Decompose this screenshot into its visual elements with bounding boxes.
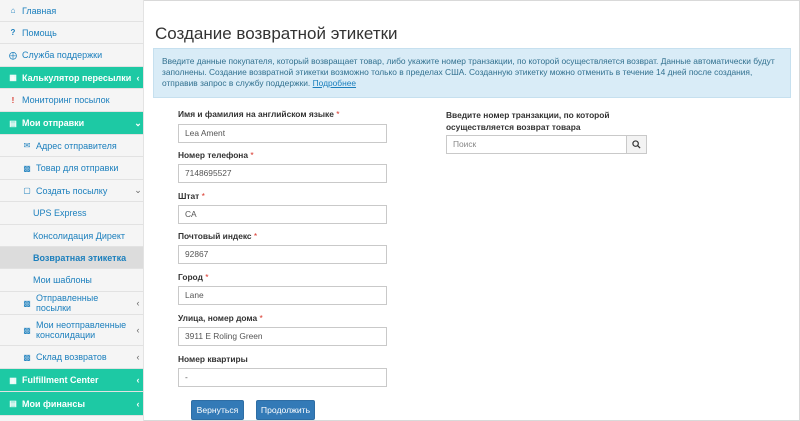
state-label-text: Штат xyxy=(178,191,200,201)
sidebar-item-label: Калькулятор пересылки xyxy=(22,72,132,83)
sidebar-item-calculator[interactable]: ▦ Калькулятор пересылки ‹ xyxy=(0,67,143,89)
box-icon: ▩ xyxy=(23,352,31,362)
home-icon: ⌂ xyxy=(10,6,16,15)
sidebar-item-label: Создать посылку xyxy=(36,185,108,196)
info-text: Введите данные покупателя, который возвр… xyxy=(162,56,775,88)
street-label: Улица, номер дома * xyxy=(178,313,263,323)
chevron-left-icon: ‹ xyxy=(136,325,140,335)
chevron-left-icon: ‹ xyxy=(136,298,140,308)
state-field[interactable]: CA xyxy=(178,205,387,224)
city-label: Город * xyxy=(178,272,208,282)
lifebuoy-icon: ⨁ xyxy=(9,50,17,60)
question-icon: ? xyxy=(10,28,16,37)
envelope-icon: ✉ xyxy=(23,141,31,150)
page-title: Создание возвратной этикетки xyxy=(155,24,398,43)
sidebar-item-label: Мои финансы xyxy=(22,398,86,409)
sidebar-item-label: Мониторинг посылок xyxy=(22,95,110,105)
sidebar-item-label: Мои отправки xyxy=(22,118,85,128)
street-field[interactable]: 3911 E Roling Green xyxy=(178,327,387,346)
search-icon xyxy=(632,140,641,149)
city-label-text: Город xyxy=(178,272,203,282)
sidebar-item-label: Консолидация Директ xyxy=(33,230,126,241)
sidebar-item-goods[interactable]: ▩ Товар для отправки xyxy=(0,157,143,180)
sidebar-item-ups-express[interactable]: UPS Express xyxy=(0,202,143,225)
building-icon: ▦ xyxy=(9,375,17,385)
sidebar-item-label: Склад возвратов xyxy=(36,352,107,362)
sidebar-item-label: Помощь xyxy=(22,27,57,38)
back-button[interactable]: Вернуться xyxy=(191,400,244,420)
wallet-icon: ▤ xyxy=(9,399,17,408)
sidebar-item-fulfillment[interactable]: ▦ Fulfillment Center ‹ xyxy=(0,369,143,392)
chevron-left-icon: ‹ xyxy=(136,398,140,409)
sidebar-item-help[interactable]: ? Помощь xyxy=(0,22,143,44)
chevron-left-icon: ‹ xyxy=(136,352,140,362)
required-mark: * xyxy=(201,191,205,201)
transaction-label: Введите номер транзакции, по которой осу… xyxy=(446,110,610,132)
sidebar-item-label: Мои неотправленные консолидации xyxy=(36,320,127,340)
required-mark: * xyxy=(250,150,254,160)
apartment-field[interactable]: - xyxy=(178,368,387,387)
name-field[interactable]: Lea Ament xyxy=(178,124,387,143)
zip-label: Почтовый индекс * xyxy=(178,231,257,241)
info-alert: Введите данные покупателя, который возвр… xyxy=(153,48,791,98)
edit-icon: ▢ xyxy=(23,186,31,195)
truck-icon: ▤ xyxy=(9,118,17,128)
transaction-search: Поиск xyxy=(446,135,647,154)
sidebar-item-returns-warehouse[interactable]: ▩ Склад возвратов ‹ xyxy=(0,346,143,369)
sidebar-item-create-parcel[interactable]: ▢ Создать посылку ⌄ xyxy=(0,180,143,202)
sidebar-item-label: Fulfillment Center xyxy=(22,375,99,385)
sidebar: ⌂ Главная ? Помощь ⨁ Служба поддержки ▦ … xyxy=(0,0,144,421)
box-icon: ▩ xyxy=(23,163,31,173)
apartment-label: Номер квартиры xyxy=(178,354,248,364)
zip-field[interactable]: 92867 xyxy=(178,245,387,264)
phone-field[interactable]: 7148695527 xyxy=(178,164,387,183)
sidebar-item-my-shipments[interactable]: ▤ Мои отправки ⌄ xyxy=(0,112,143,135)
phone-label-text: Номер телефона xyxy=(178,150,249,160)
sidebar-item-home[interactable]: ⌂ Главная xyxy=(0,0,143,22)
name-label: Имя и фамилия на английском языке * xyxy=(178,109,339,119)
required-mark: * xyxy=(205,272,209,282)
search-button[interactable] xyxy=(627,135,647,154)
more-link[interactable]: Подробнее xyxy=(313,78,356,88)
sidebar-item-consolidation[interactable]: Консолидация Директ xyxy=(0,225,143,247)
required-mark: * xyxy=(259,313,263,323)
sidebar-item-label: Мои шаблоны xyxy=(33,275,92,285)
sidebar-item-label: Товар для отправки xyxy=(36,163,119,173)
chevron-left-icon: ‹ xyxy=(136,375,140,385)
chevron-down-icon: ⌄ xyxy=(134,117,142,128)
sidebar-item-templates[interactable]: Мои шаблоны xyxy=(0,269,143,292)
sidebar-item-unsent-consolidations[interactable]: ▩ Мои неотправленные консолидации ‹ xyxy=(0,315,143,346)
sidebar-item-monitoring[interactable]: ! Мониторинг посылок xyxy=(0,89,143,112)
required-mark: * xyxy=(253,231,258,241)
continue-button[interactable]: Продолжить xyxy=(256,400,315,420)
sidebar-item-sender-address[interactable]: ✉ Адрес отправителя xyxy=(0,135,143,157)
exclamation-icon: ! xyxy=(11,95,15,105)
sidebar-item-return-label[interactable]: Возвратная этикетка xyxy=(0,247,143,269)
box-icon: ▩ xyxy=(23,325,31,335)
sidebar-item-label: Главная xyxy=(22,5,57,16)
sidebar-item-label: Служба поддержки xyxy=(22,50,103,60)
phone-label: Номер телефона * xyxy=(178,150,254,160)
chevron-left-icon: ‹ xyxy=(136,72,140,83)
name-label-text: Имя и фамилия на английском языке xyxy=(178,109,334,119)
box-icon: ▩ xyxy=(23,298,31,308)
state-label: Штат * xyxy=(178,191,205,201)
transaction-search-input[interactable]: Поиск xyxy=(446,135,627,154)
sidebar-item-support[interactable]: ⨁ Служба поддержки xyxy=(0,44,143,67)
sidebar-item-finances[interactable]: ▤ Мои финансы ‹ xyxy=(0,392,143,416)
sidebar-item-label: Отправленные посылки xyxy=(36,293,99,313)
sidebar-item-sent-parcels[interactable]: ▩ Отправленные посылки ‹ xyxy=(0,292,143,315)
sidebar-item-label: UPS Express xyxy=(33,208,87,218)
sidebar-item-label: Адрес отправителя xyxy=(36,140,117,151)
sidebar-item-label: Возвратная этикетка xyxy=(33,252,127,263)
required-mark: * xyxy=(336,109,340,119)
chevron-down-icon: ⌄ xyxy=(134,185,142,195)
calculator-icon: ▦ xyxy=(9,73,17,82)
zip-label-text: Почтовый индекс xyxy=(178,231,252,241)
city-field[interactable]: Lane xyxy=(178,286,387,305)
street-label-text: Улица, номер дома xyxy=(178,313,258,323)
